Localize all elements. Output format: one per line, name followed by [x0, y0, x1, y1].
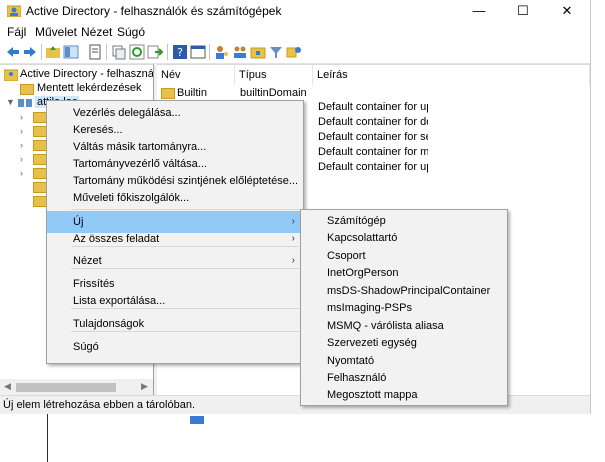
toolbar-separator [41, 44, 42, 60]
menu-view[interactable]: Nézet [81, 25, 112, 39]
toolbar-separator [106, 44, 107, 60]
menu-separator [71, 246, 299, 247]
svg-text:?: ? [177, 46, 183, 59]
row-type: builtinDomain [240, 87, 307, 99]
scroll-left-icon[interactable]: ◀ [4, 381, 11, 392]
expand-icon[interactable]: › [20, 112, 23, 122]
context-menu: Vezérlés delegálása... Keresés... Váltás… [46, 100, 304, 364]
domain-collapse-icon[interactable]: ▼ [6, 97, 15, 107]
menu-separator [71, 331, 299, 332]
expand-icon[interactable]: › [20, 168, 23, 178]
column-header-name[interactable]: Név [157, 65, 235, 85]
saved-queries-folder-icon [20, 84, 34, 95]
desktop-fragment [0, 414, 48, 462]
desktop-background [591, 0, 605, 462]
row-description: Default container for do... [318, 116, 428, 128]
menu-file[interactable]: Fájl [7, 25, 26, 39]
folder-icon [33, 126, 47, 137]
submenu-new: Számítógép Kapcsolattartó Csoport InetOr… [300, 209, 508, 406]
row-description: Default container for sec... [318, 131, 428, 143]
forward-icon[interactable] [22, 44, 38, 60]
toolbar: ? [0, 41, 590, 64]
row-description: Default container for ma... [318, 146, 428, 158]
toolbar-separator [167, 44, 168, 60]
properties-icon[interactable] [87, 44, 103, 60]
refresh-icon[interactable] [129, 44, 145, 60]
menu-bar: Fájl Művelet Nézet Súgó [0, 22, 590, 41]
expand-icon[interactable]: › [20, 154, 23, 164]
toolbar-separator [209, 44, 210, 60]
row-description: Default container for up... [318, 161, 428, 173]
folder-icon [33, 154, 47, 165]
folder-icon [161, 88, 175, 99]
back-icon[interactable] [5, 44, 21, 60]
ad-app-icon [7, 5, 21, 17]
menu-help[interactable]: Súgó [117, 25, 145, 39]
folder-icon [33, 182, 47, 193]
taskbar-window-icon [190, 416, 204, 424]
help-icon[interactable]: ? [172, 44, 188, 60]
window-title: Active Directory - felhasználók és számí… [26, 4, 282, 18]
close-button[interactable]: ✕ [545, 0, 589, 22]
delegate-icon[interactable] [286, 44, 302, 60]
console-icon[interactable] [190, 44, 206, 60]
show-tree-icon[interactable] [63, 44, 79, 60]
row-description: Default container for up... [318, 101, 428, 113]
ou-icon[interactable] [250, 44, 266, 60]
expand-icon[interactable]: › [20, 126, 23, 136]
menu-separator [71, 268, 299, 269]
tree-root-label[interactable]: Active Directory - felhasználók é [20, 68, 153, 80]
folder-icon [33, 168, 47, 179]
tree-saved-queries[interactable]: Mentett lekérdezések [37, 82, 142, 94]
menu-separator [71, 209, 299, 210]
new-shared-folder[interactable]: Megosztott mappa [301, 384, 507, 406]
column-header-description[interactable]: Leírás [313, 65, 590, 85]
menu-operations-masters[interactable]: Műveleti főkiszolgálók... [47, 187, 303, 209]
folder-icon [33, 196, 47, 207]
minimize-button[interactable]: — [457, 0, 501, 22]
maximize-button[interactable]: ☐ [501, 0, 545, 22]
ad-root-icon [4, 69, 18, 81]
domain-icon [18, 99, 32, 107]
scroll-thumb[interactable] [16, 383, 116, 392]
menu-separator [71, 308, 299, 309]
folder-icon [33, 112, 47, 123]
menu-action[interactable]: Művelet [35, 25, 77, 39]
expand-icon[interactable]: › [20, 140, 23, 150]
up-folder-icon[interactable] [45, 44, 61, 60]
tree-horizontal-scrollbar[interactable]: ◀ ▶ [0, 379, 153, 396]
row-name[interactable]: Builtin [177, 87, 207, 99]
copy-icon[interactable] [111, 44, 127, 60]
status-text: Új elem létrehozása ebben a tárolóban. [3, 399, 196, 411]
users-icon[interactable] [214, 44, 230, 60]
folder-icon [33, 140, 47, 151]
filter-icon[interactable] [268, 44, 284, 60]
column-header-type[interactable]: Típus [235, 65, 313, 85]
export-icon[interactable] [147, 44, 163, 60]
menu-help[interactable]: Súgó [47, 336, 303, 358]
scroll-right-icon[interactable]: ▶ [141, 381, 148, 392]
title-bar[interactable]: Active Directory - felhasználók és számí… [0, 0, 590, 22]
group-icon[interactable] [232, 44, 248, 60]
